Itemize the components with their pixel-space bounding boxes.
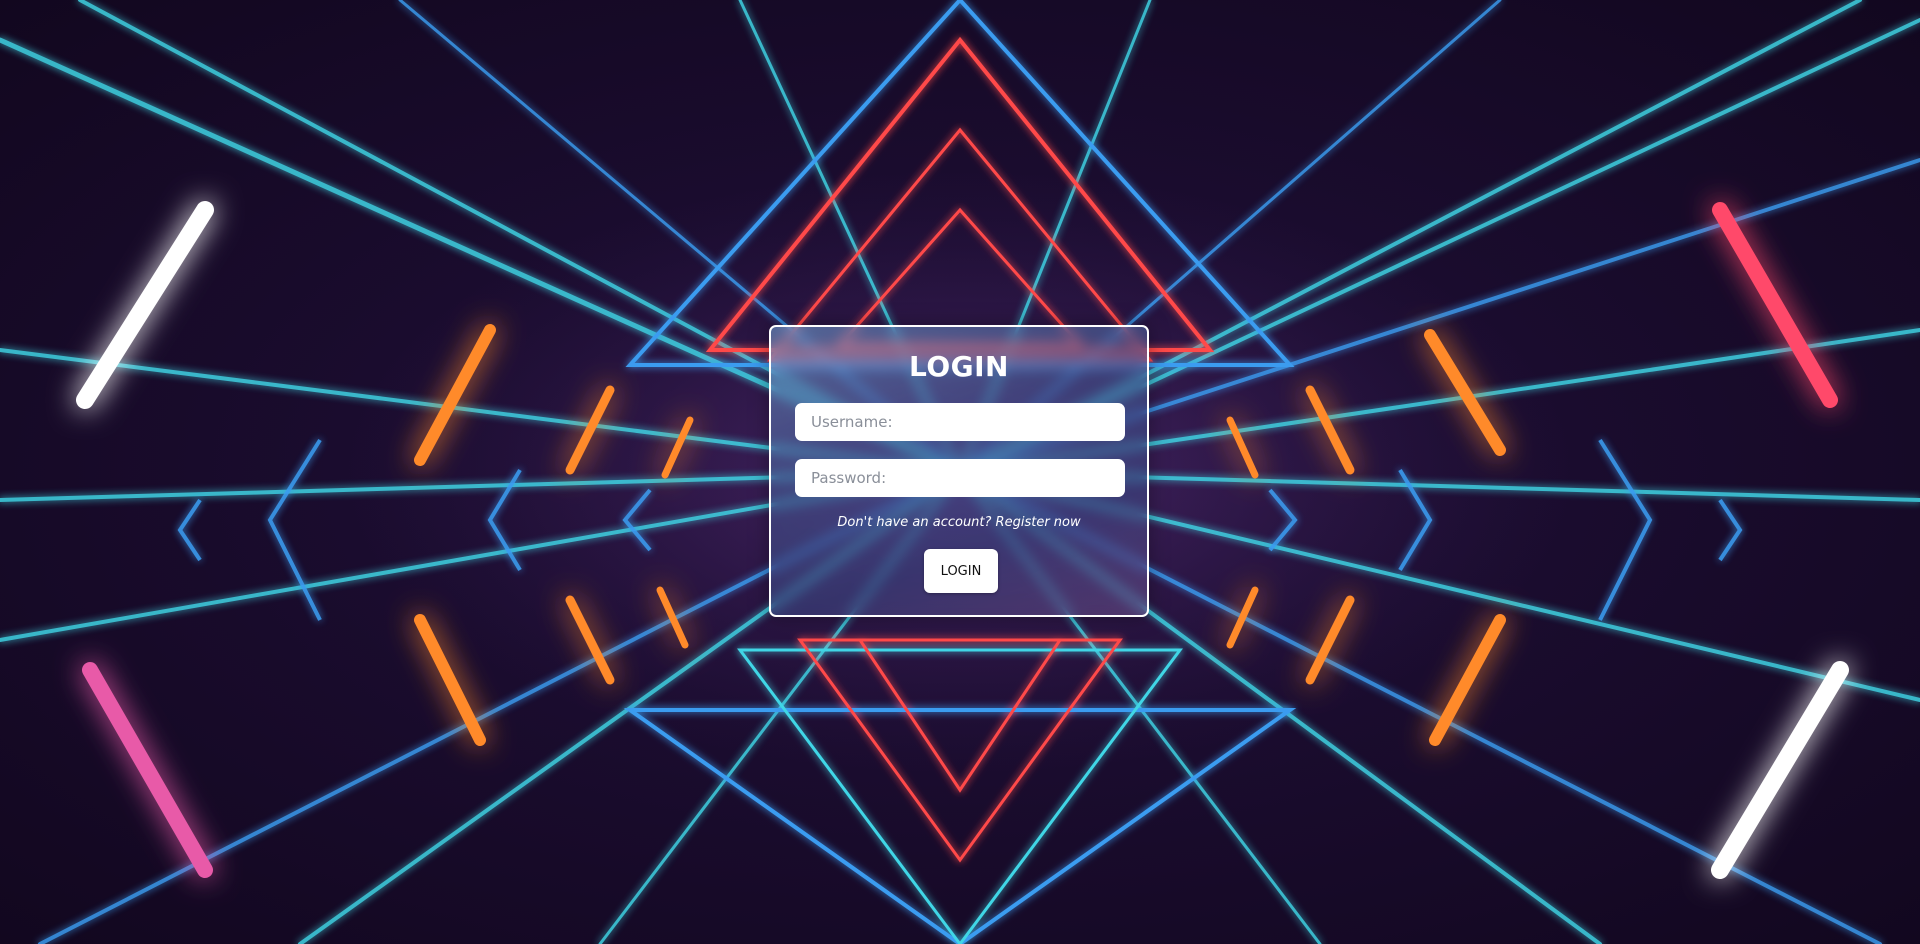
login-title: LOGIN — [909, 350, 1009, 383]
login-button[interactable]: LOGIN — [924, 549, 998, 593]
page-stage: LOGIN Don't have an account? Register no… — [0, 0, 1920, 944]
register-link[interactable]: Don't have an account? Register now — [771, 515, 1147, 530]
login-card: LOGIN Don't have an account? Register no… — [769, 325, 1149, 617]
username-input[interactable] — [795, 403, 1125, 441]
password-input[interactable] — [795, 459, 1125, 497]
